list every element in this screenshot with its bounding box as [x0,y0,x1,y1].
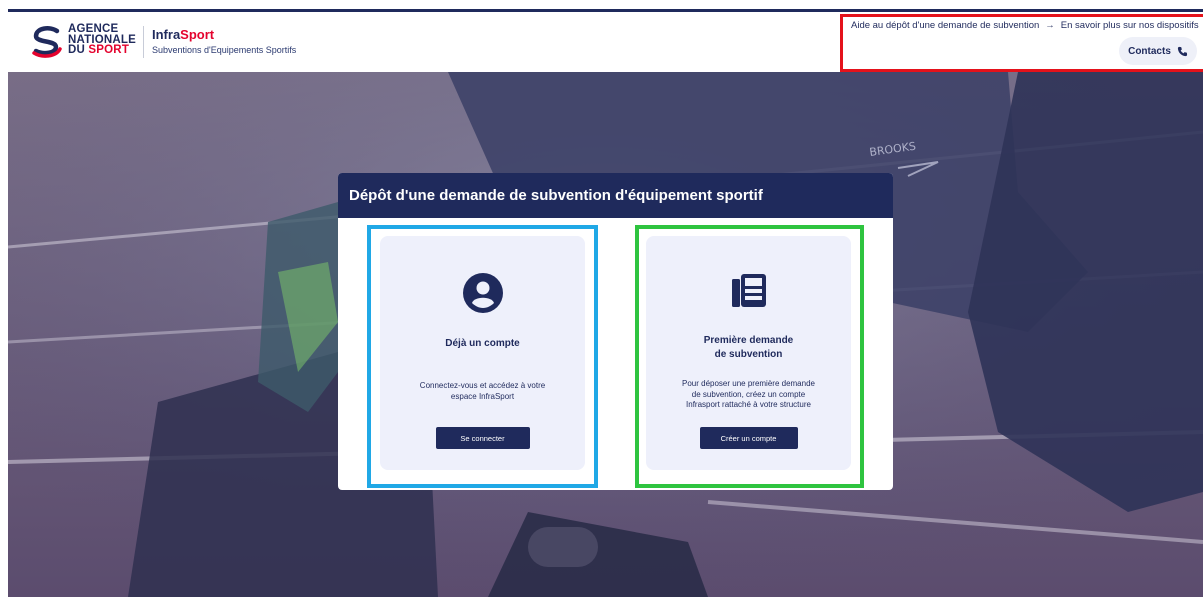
top-stripe [0,0,1203,12]
brand-divider [143,26,144,58]
first-request-title: Première demande de subvention [703,335,794,360]
first-request-description: Pour déposer une première demande de sub… [682,379,815,409]
fax-icon [731,274,766,307]
arrow-right-icon: → [1045,20,1055,31]
help-links-area: Aide au dépôt d'une demande de subventio… [840,14,1203,72]
existing-account-title: Déjà un compte [445,338,520,349]
ans-logo-icon[interactable] [30,25,64,59]
user-circle-icon [462,273,503,313]
help-link-deposit[interactable]: Aide au dépôt d'une demande de subventio… [851,20,1039,31]
help-link-dispositifs[interactable]: En savoir plus sur nos dispositifs [1061,20,1199,31]
contacts-button[interactable]: Contacts [1119,37,1197,65]
login-button[interactable]: Se connecter [435,427,530,449]
app-subtitle: Subventions d'Equipements Sportifs [152,45,297,55]
dialog-title: Dépôt d'une demande de subvention d'équi… [338,173,893,218]
app-name[interactable]: InfraSport [152,27,214,42]
subsidy-dialog: Dépôt d'une demande de subvention d'équi… [338,173,893,490]
existing-account-description: Connectez-vous et accédez à votre espace… [419,381,546,401]
existing-account-card: Déjà un compte Connectez-vous et accédez… [380,236,585,470]
agency-name: AGENCE NATIONALE DU SPORT [68,23,137,56]
create-account-button[interactable]: Créer un compte [699,427,798,449]
phone-icon [1177,46,1187,56]
first-request-card: Première demande de subvention Pour dépo… [646,236,851,470]
help-links: Aide au dépôt d'une demande de subventio… [851,20,1203,31]
page: AGENCE NATIONALE DU SPORT InfraSport Sub… [0,0,1203,597]
site-header: AGENCE NATIONALE DU SPORT InfraSport Sub… [0,12,1203,72]
